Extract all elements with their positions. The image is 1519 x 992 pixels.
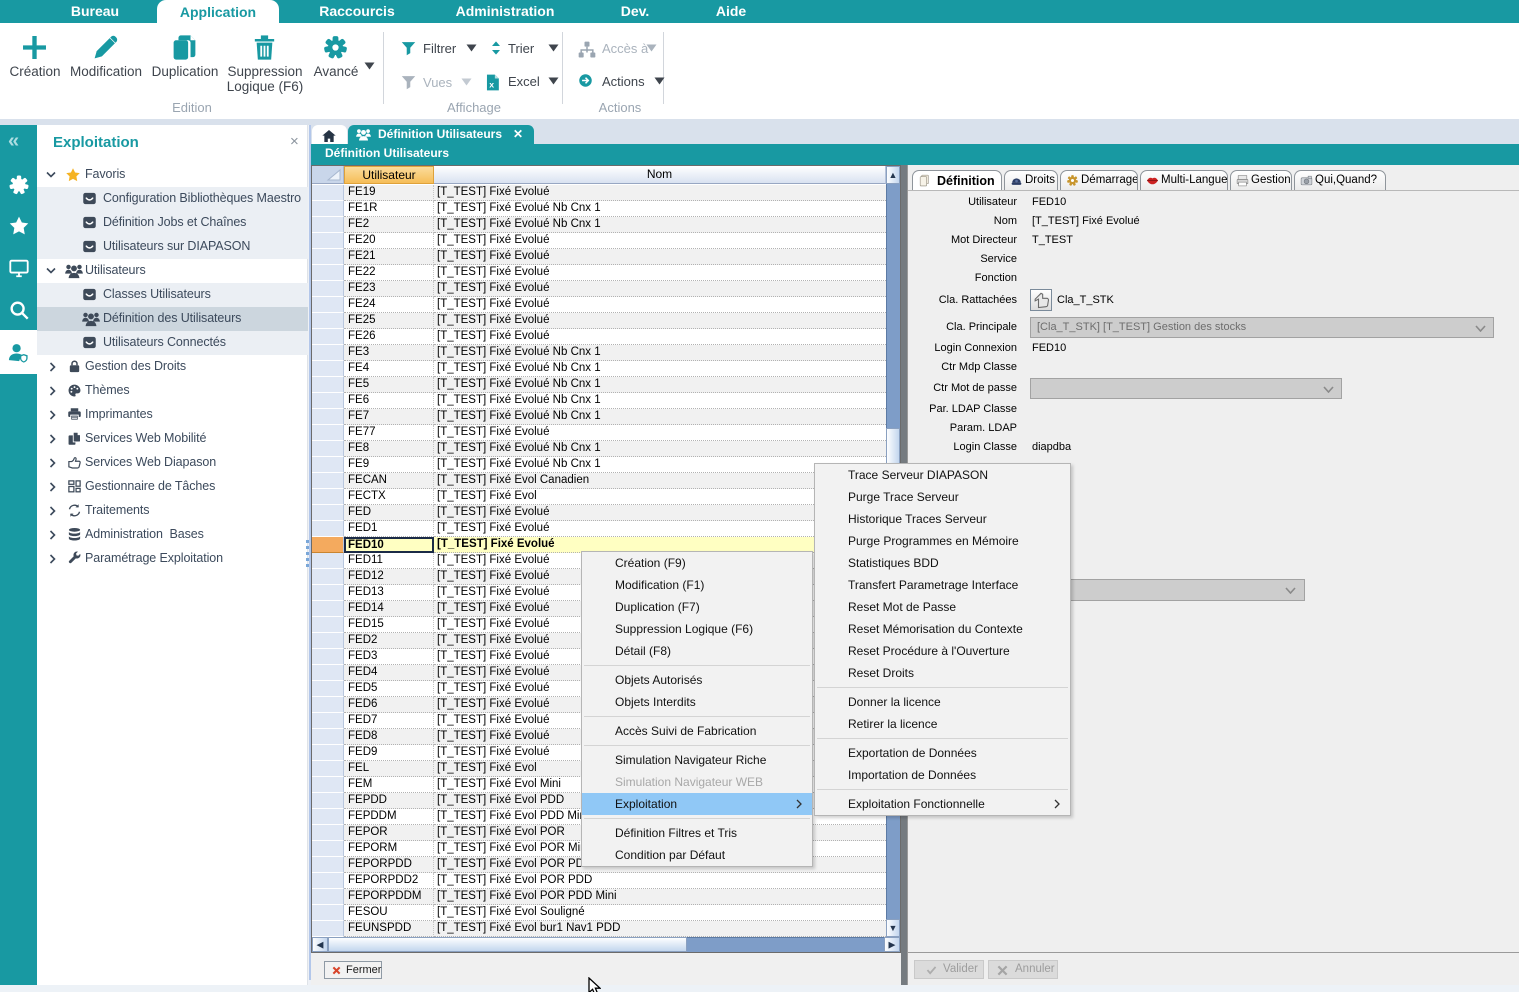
svg-text:x: x bbox=[489, 79, 494, 89]
